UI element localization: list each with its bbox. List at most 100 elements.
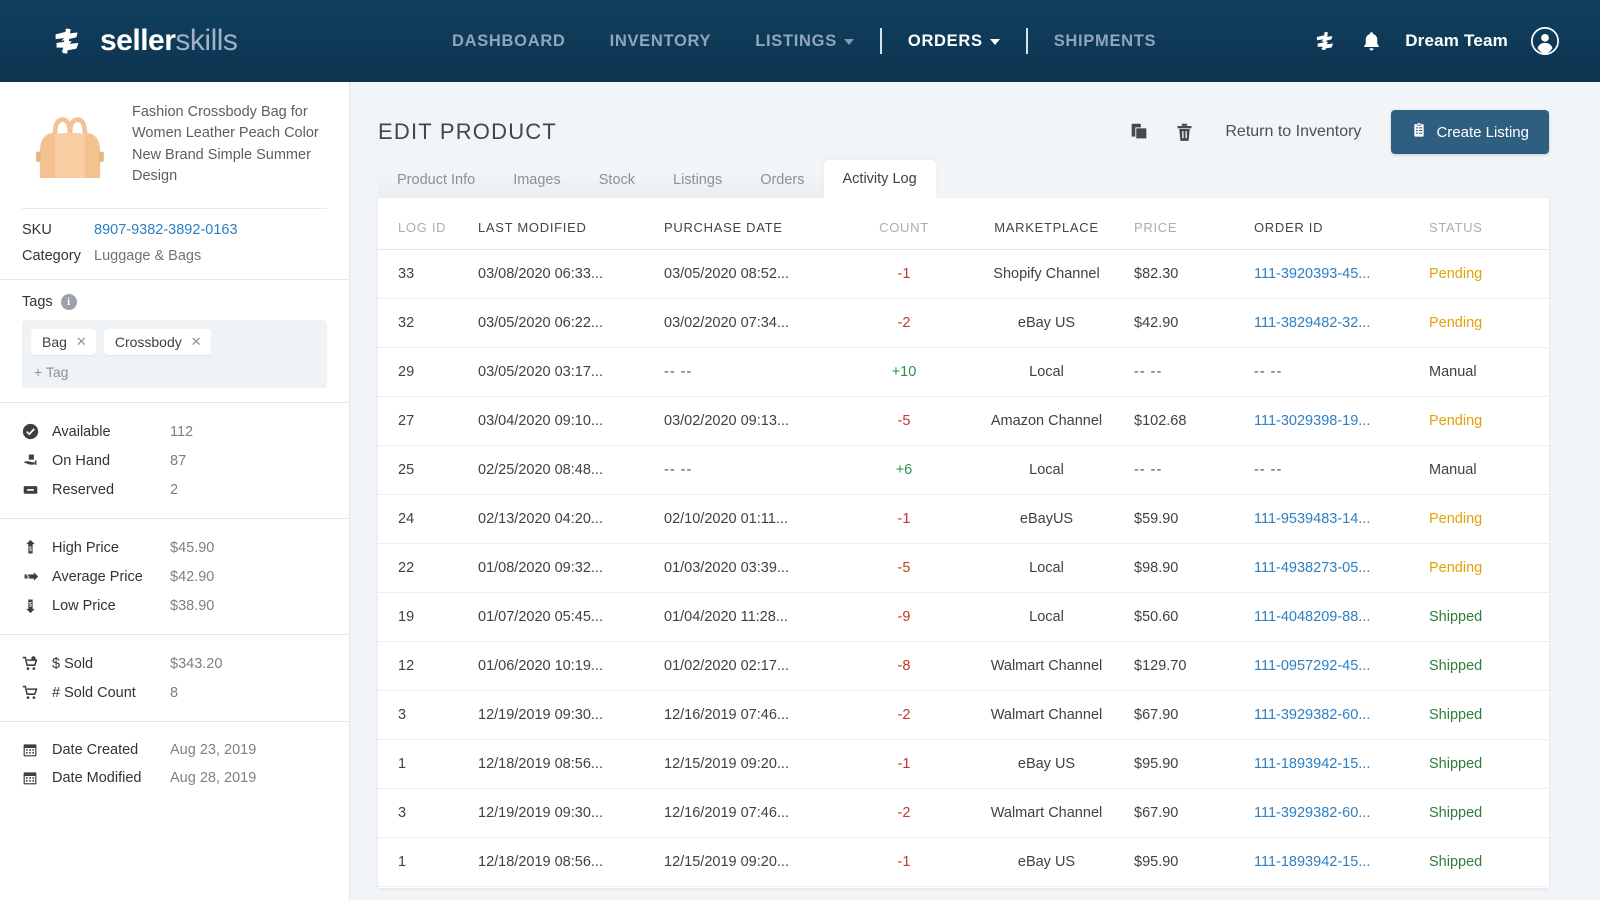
stat-row-on-hand: On Hand 87 — [22, 446, 327, 475]
cell-order-id[interactable]: 111-1893942-15... — [1254, 837, 1429, 887]
tab-activity-log[interactable]: Activity Log — [823, 160, 936, 198]
price-stats-section: $ High Price $45.90 $ Average Price $42.… — [0, 518, 349, 634]
table-row[interactable]: 29 03/05/2020 03:17... -- -- +10 Local -- -- -… — [378, 347, 1549, 397]
cell-purchase-date: 12/15/2019 09:20... — [664, 887, 849, 889]
cell-order-id[interactable]: 111-4938273-05... — [1254, 543, 1429, 593]
tab-label: Activity Log — [842, 171, 917, 187]
nav-item-shipments[interactable]: SHIPMENTS — [1032, 32, 1179, 51]
cell-order-id: -- -- — [1254, 445, 1429, 495]
col-header-order-id[interactable]: ORDER ID — [1254, 198, 1429, 250]
table-row[interactable]: 112/18/2019 08:56...12/15/2019 09:20...-… — [378, 837, 1549, 887]
col-header-marketplace[interactable]: MARKETPLACE — [959, 198, 1134, 250]
table-row[interactable]: 22 01/08/2020 09:32... 01/03/2020 03:39...… — [378, 543, 1549, 593]
table-row[interactable]: 32 03/05/2020 06:22... 03/02/2020 07:34...… — [378, 298, 1549, 348]
cell-log-id: 1 — [378, 739, 478, 789]
cell-purchase-date: 01/03/2020 03:39... — [664, 543, 849, 593]
stat-value: $45.90 — [170, 539, 215, 556]
col-header-price[interactable]: PRICE — [1134, 198, 1254, 250]
tab-label: Images — [513, 172, 561, 188]
cell-order-id[interactable]: 111-1893942-15... — [1254, 887, 1429, 889]
stat-row-average-price: $ Average Price $42.90 — [22, 562, 327, 591]
cell-order-id[interactable]: 111-3929382-60... — [1254, 788, 1429, 838]
order-id-link[interactable]: 111-3829482-32... — [1254, 315, 1370, 331]
col-header-last-modified[interactable]: LAST MODIFIED — [478, 198, 664, 250]
tags-input-box[interactable]: Bag ✕ Crossbody ✕ + Tag — [22, 320, 327, 388]
order-id-link[interactable]: 111-4938273-05... — [1254, 560, 1370, 576]
table-row[interactable]: 24 02/13/2020 04:20... 02/10/2020 01:11...… — [378, 494, 1549, 544]
cell-order-id[interactable]: 111-3829482-32... — [1254, 298, 1429, 348]
cell-count: -1 — [849, 887, 959, 889]
cell-order-id[interactable]: 111-3929382-60... — [1254, 690, 1429, 740]
cell-order-id[interactable]: 111-0957292-45... — [1254, 641, 1429, 691]
cell-purchase-date: 12/15/2019 09:20... — [664, 739, 849, 789]
tab-listings[interactable]: Listings — [654, 163, 742, 198]
product-thumbnail[interactable] — [22, 98, 118, 194]
stat-label: Date Modified — [52, 770, 142, 786]
close-icon[interactable]: ✕ — [76, 334, 87, 350]
cell-purchase-date: 03/05/2020 08:52... — [664, 249, 849, 299]
brand-logo[interactable]: sellerskills — [48, 22, 238, 60]
table-row[interactable]: 19 01/07/2020 05:45... 01/04/2020 11:28...… — [378, 592, 1549, 642]
close-icon[interactable]: ✕ — [191, 334, 202, 350]
tab-orders[interactable]: Orders — [741, 163, 824, 198]
header-utilities: Dream Team — [1312, 0, 1560, 82]
return-to-inventory-button[interactable]: Return to Inventory — [1219, 123, 1367, 141]
notification-bell-icon[interactable] — [1360, 30, 1383, 53]
col-header-purchase-date[interactable]: PURCHASE DATE — [664, 198, 849, 250]
cell-order-id[interactable]: 111-9539483-14... — [1254, 494, 1429, 544]
nav-divider — [879, 28, 882, 54]
col-header-count[interactable]: COUNT — [849, 198, 959, 250]
cell-last-modified: 12/19/2019 09:30... — [478, 690, 664, 740]
table-row[interactable]: 27 03/04/2020 09:10... 03/02/2020 09:13...… — [378, 396, 1549, 446]
cell-log-id: 1 — [378, 887, 478, 889]
table-row[interactable]: 33 03/08/2020 06:33... 03/05/2020 08:52...… — [378, 249, 1549, 299]
tab-stock[interactable]: Stock — [579, 163, 655, 198]
duplicate-icon[interactable] — [1128, 121, 1150, 143]
nav-item-dashboard[interactable]: DASHBOARD — [430, 32, 588, 51]
tab-images[interactable]: Images — [494, 163, 580, 198]
sync-icon[interactable] — [1312, 28, 1338, 54]
nav-item-listings[interactable]: LISTINGS — [733, 32, 876, 51]
cell-order-id[interactable]: 111-3920393-45... — [1254, 249, 1429, 299]
cell-price: $98.90 — [1134, 543, 1254, 593]
nav-item-orders[interactable]: ORDERS — [886, 32, 1022, 51]
order-id-link[interactable]: 111-9539483-14... — [1254, 511, 1370, 527]
trash-icon[interactable] — [1174, 122, 1195, 143]
tag-chip[interactable]: Bag ✕ — [31, 329, 96, 355]
order-id-link[interactable]: 111-3929382-60... — [1254, 805, 1370, 821]
header-actions: Return to Inventory Create Listing — [1128, 110, 1549, 154]
status-badge: Manual — [1429, 445, 1549, 495]
sku-value[interactable]: 8907-9382-3892-0163 — [94, 222, 238, 238]
nav-item-inventory[interactable]: INVENTORY — [588, 32, 734, 51]
table-row[interactable]: 112/18/2019 08:56...12/15/2019 09:20...-… — [378, 887, 1549, 889]
table-row[interactable]: 12 01/06/2020 10:19... 01/02/2020 02:17...… — [378, 641, 1549, 691]
activity-log-table: LOG ID LAST MODIFIED PURCHASE DATE COUNT… — [378, 198, 1549, 888]
cell-log-id: 33 — [378, 249, 478, 299]
order-id-link[interactable]: 111-3929382-60... — [1254, 707, 1370, 723]
info-icon[interactable]: i — [60, 294, 77, 310]
order-id-link[interactable]: 111-1893942-15... — [1254, 756, 1370, 772]
table-row[interactable]: 3 12/19/2019 09:30... 12/16/2019 07:46... -… — [378, 690, 1549, 740]
user-avatar-icon[interactable] — [1530, 26, 1560, 56]
order-id-link[interactable]: 111-3920393-45... — [1254, 266, 1370, 282]
cell-order-id[interactable]: 111-4048209-88... — [1254, 592, 1429, 642]
cell-count: -5 — [849, 396, 959, 446]
order-id-link[interactable]: 111-1893942-15... — [1254, 854, 1370, 870]
col-header-log-id[interactable]: LOG ID — [378, 198, 478, 250]
add-tag-button[interactable]: + Tag — [31, 364, 318, 380]
create-listing-button[interactable]: Create Listing — [1391, 110, 1549, 154]
order-id-link[interactable]: 111-4048209-88... — [1254, 609, 1370, 625]
tag-chip[interactable]: Crossbody ✕ — [103, 329, 211, 355]
tab-product-info[interactable]: Product Info — [378, 163, 495, 198]
cell-order-id[interactable]: 111-3029398-19... — [1254, 396, 1429, 446]
stat-label: Average Price — [52, 568, 143, 585]
table-row[interactable]: 112/18/2019 08:56...12/15/2019 09:20...-… — [378, 739, 1549, 789]
main-content: EDIT PRODUCT Return to Inventory Create … — [350, 82, 1600, 900]
order-id-link[interactable]: 111-0957292-45... — [1254, 658, 1370, 674]
nav-divider — [1025, 28, 1028, 54]
cell-order-id[interactable]: 111-1893942-15... — [1254, 739, 1429, 789]
order-id-link[interactable]: 111-3029398-19... — [1254, 413, 1370, 429]
table-row[interactable]: 3 12/19/2019 09:30... 12/16/2019 07:46... -… — [378, 788, 1549, 838]
col-header-status[interactable]: STATUS — [1429, 198, 1549, 250]
table-row[interactable]: 25 02/25/2020 08:48... -- -- +6 Local -- -- --… — [378, 445, 1549, 495]
